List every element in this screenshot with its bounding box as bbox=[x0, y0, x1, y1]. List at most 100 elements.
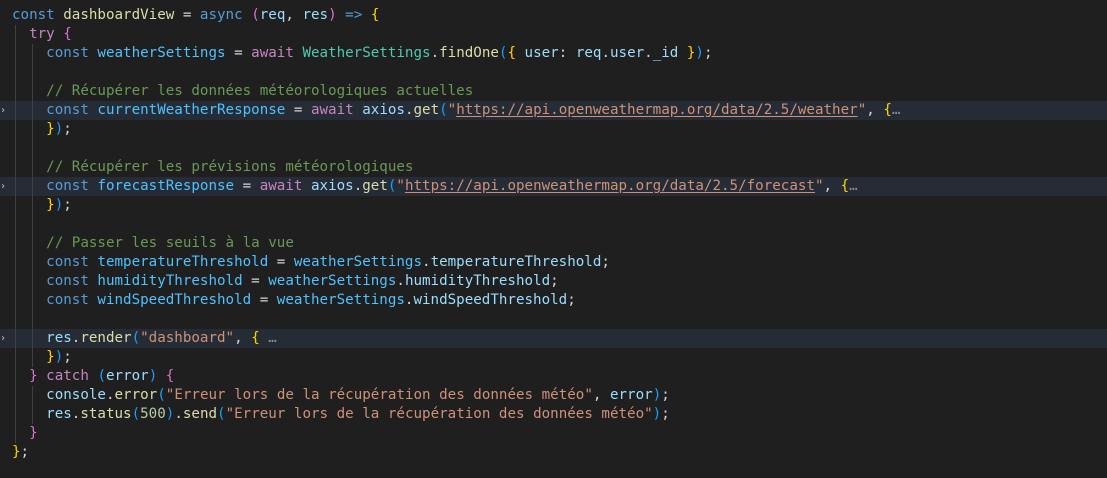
code-token: user bbox=[516, 45, 559, 61]
code-token: = bbox=[174, 7, 200, 23]
code-line[interactable] bbox=[0, 63, 1107, 82]
code-token: windSpeedThreshold bbox=[413, 292, 568, 308]
code-token: ; bbox=[703, 45, 713, 61]
indent-guide bbox=[15, 424, 16, 443]
indent-guide bbox=[15, 63, 16, 82]
code-token: . bbox=[396, 273, 405, 289]
code-token: "dashboard" bbox=[140, 330, 235, 346]
code-token: weatherSettings bbox=[293, 254, 423, 270]
code-token: await bbox=[251, 45, 294, 61]
code-line[interactable]: // Récupérer les données météorologiques… bbox=[0, 82, 1107, 101]
code-token: ( bbox=[157, 387, 166, 403]
code-token: // Passer les seuils à la vue bbox=[12, 235, 294, 251]
code-token: . bbox=[422, 254, 431, 270]
code-line[interactable]: }); bbox=[0, 196, 1107, 215]
code-line[interactable]: const temperatureThreshold = weatherSett… bbox=[0, 253, 1107, 272]
code-token: = bbox=[285, 102, 311, 118]
fold-chevron-icon[interactable]: › bbox=[0, 333, 8, 344]
code-line[interactable]: } bbox=[0, 424, 1107, 443]
code-line[interactable]: const humidityThreshold = weatherSetting… bbox=[0, 272, 1107, 291]
code-token: . bbox=[404, 102, 414, 118]
code-token: ( bbox=[131, 406, 141, 422]
folded-region-ellipsis[interactable]: … bbox=[892, 102, 901, 118]
code-token: catch bbox=[37, 368, 89, 384]
code-token: // Récupérer les prévisions météorologiq… bbox=[12, 159, 414, 175]
code-token: ( bbox=[131, 330, 141, 346]
code-token: ; bbox=[63, 349, 72, 365]
code-line[interactable]: res.status(500).send("Erreur lors de la … bbox=[0, 405, 1107, 424]
indent-guide bbox=[15, 329, 16, 348]
code-token: ( bbox=[97, 368, 106, 384]
folded-region-ellipsis[interactable]: … bbox=[849, 178, 858, 194]
indent-guide bbox=[32, 139, 33, 158]
code-line[interactable] bbox=[0, 139, 1107, 158]
code-token: = bbox=[251, 292, 277, 308]
code-token: " bbox=[814, 178, 824, 194]
indent-guide bbox=[32, 63, 33, 82]
indent-guide bbox=[15, 25, 16, 44]
code-token: " bbox=[857, 102, 867, 118]
code-token: . bbox=[644, 45, 653, 61]
indent-guide bbox=[32, 253, 33, 272]
code-token: ) bbox=[54, 121, 64, 137]
code-token: const bbox=[12, 45, 98, 61]
code-token: windSpeedThreshold bbox=[97, 292, 252, 308]
code-line[interactable]: // Passer les seuils à la vue bbox=[0, 234, 1107, 253]
code-token: ( bbox=[439, 102, 448, 118]
code-editor[interactable]: const dashboardView = async (req, res) =… bbox=[0, 0, 1107, 478]
code-token: . bbox=[601, 45, 610, 61]
code-token: console bbox=[12, 387, 106, 403]
code-line[interactable]: // Récupérer les prévisions météorologiq… bbox=[0, 158, 1107, 177]
code-token: ; bbox=[661, 387, 670, 403]
code-token: weatherSettings bbox=[97, 45, 226, 61]
code-token: get bbox=[413, 102, 440, 118]
code-token: https://api.openweathermap.org/data/2.5/… bbox=[404, 178, 815, 194]
code-token: ; bbox=[63, 197, 72, 213]
indent-guide bbox=[15, 405, 16, 424]
code-line[interactable]: } catch (error) { bbox=[0, 367, 1107, 386]
indent-guide bbox=[15, 348, 16, 367]
code-token: " bbox=[396, 178, 405, 194]
code-token: const bbox=[12, 254, 98, 270]
indent-guide bbox=[15, 367, 16, 386]
code-line[interactable]: console.error("Erreur lors de la récupér… bbox=[0, 386, 1107, 405]
code-token: = bbox=[234, 178, 260, 194]
fold-chevron-icon[interactable]: › bbox=[0, 181, 8, 192]
code-line[interactable] bbox=[0, 215, 1107, 234]
code-token: ) bbox=[328, 7, 337, 23]
indent-guide bbox=[32, 82, 33, 101]
code-line[interactable] bbox=[0, 310, 1107, 329]
code-token: ) bbox=[54, 349, 64, 365]
code-token: // Récupérer les données météorologiques… bbox=[12, 83, 474, 99]
code-token: axios bbox=[362, 102, 405, 118]
code-line[interactable]: const windSpeedThreshold = weatherSettin… bbox=[0, 291, 1107, 310]
code-token: . bbox=[353, 178, 363, 194]
code-token: res bbox=[12, 330, 72, 346]
code-line[interactable]: › res.render("dashboard", { … bbox=[0, 329, 1107, 348]
code-token: user bbox=[609, 45, 645, 61]
code-line[interactable]: const weatherSettings = await WeatherSet… bbox=[0, 44, 1107, 63]
indent-guide bbox=[32, 405, 33, 424]
folded-region-ellipsis[interactable]: … bbox=[260, 330, 277, 346]
indent-guide bbox=[32, 177, 33, 196]
indent-guide bbox=[32, 196, 33, 215]
indent-guide bbox=[15, 234, 16, 253]
code-line[interactable]: }); bbox=[0, 120, 1107, 139]
fold-chevron-icon[interactable]: › bbox=[0, 105, 8, 116]
code-line[interactable]: }); bbox=[0, 348, 1107, 367]
code-token: } bbox=[29, 425, 38, 441]
code-line[interactable]: }; bbox=[0, 443, 1107, 462]
code-line[interactable]: try { bbox=[0, 25, 1107, 44]
code-line[interactable]: › const currentWeatherResponse = await a… bbox=[0, 101, 1107, 120]
code-line[interactable]: const dashboardView = async (req, res) =… bbox=[0, 6, 1107, 25]
code-token: { bbox=[840, 178, 850, 194]
code-token: send bbox=[182, 406, 218, 422]
code-line[interactable]: › const forecastResponse = await axios.g… bbox=[0, 177, 1107, 196]
code-token: } bbox=[46, 349, 55, 365]
